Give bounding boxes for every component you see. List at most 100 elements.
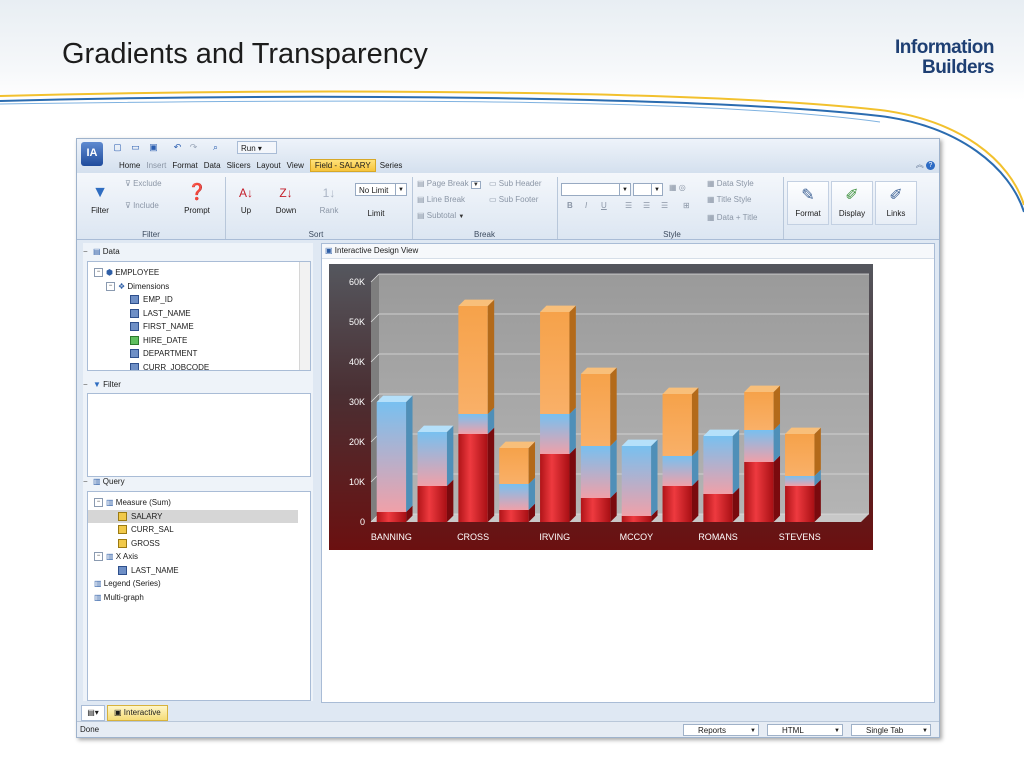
rank-button[interactable]: 1↓ Rank <box>317 183 341 215</box>
tab-view[interactable]: View <box>287 159 310 172</box>
query-item[interactable]: CURR_SAL <box>88 523 298 536</box>
query-section-header[interactable]: − ▥ Query <box>83 475 313 489</box>
chart-frame[interactable]: 0 10K 20K 30K 40K 50K 60K BANNING CROSS IRVING MCC… <box>329 264 873 550</box>
reports-select[interactable]: Reports ▼ <box>683 724 759 736</box>
data-item[interactable]: FIRST_NAME <box>88 320 298 333</box>
bar-salary[interactable] <box>417 486 447 522</box>
bar-salary[interactable] <box>621 516 652 522</box>
filter-button[interactable]: ▼ Filter <box>85 183 115 215</box>
bar-gross[interactable] <box>580 374 611 446</box>
view-switch-button[interactable]: ▤▾ <box>81 705 105 721</box>
bar-salary[interactable] <box>744 462 774 522</box>
data-item[interactable]: CURR_JOBCODE <box>88 361 298 370</box>
new-document-icon[interactable]: ▢ <box>111 141 124 154</box>
bar-curr_sal[interactable] <box>580 446 611 498</box>
tab-slicers[interactable]: Slicers <box>227 159 257 172</box>
app-menu-button[interactable]: IA <box>81 142 103 166</box>
tab-field-salary[interactable]: Field - SALARY <box>309 159 376 172</box>
expand-collapse-icon[interactable]: − <box>94 498 103 508</box>
bar-curr_sal[interactable] <box>662 456 692 486</box>
query-item[interactable]: − ▥ Measure (Sum) <box>88 496 298 509</box>
data-style-button[interactable]: ▦ Data Style <box>707 179 754 188</box>
line-break-button[interactable]: ▤ Line Break <box>417 195 465 204</box>
data-tree-scrollbar[interactable] <box>299 262 310 370</box>
page-break-button[interactable]: ▤ Page Break ▼ <box>417 179 481 189</box>
bar-gross[interactable] <box>662 394 692 456</box>
run-button[interactable]: Run ▾ <box>237 141 277 154</box>
bar-gross[interactable] <box>744 392 774 430</box>
data-title-button[interactable]: ▦ Data + Title <box>707 213 757 222</box>
data-item[interactable]: LAST_NAME <box>88 307 298 320</box>
collapse-icon[interactable]: − <box>83 245 93 259</box>
font-size-select[interactable]: ▼ <box>633 183 663 196</box>
sub-header-button[interactable]: ▭ Sub Header <box>489 179 541 188</box>
query-item[interactable]: SALARY <box>88 509 298 523</box>
tab-data[interactable]: Data <box>204 159 227 172</box>
output-tab-select[interactable]: Single Tab ▼ <box>851 724 931 736</box>
bar-salary[interactable] <box>785 486 815 522</box>
data-section-header[interactable]: − ▤ Data <box>83 245 313 259</box>
data-item[interactable]: DEPARTMENT <box>88 347 298 360</box>
expand-collapse-icon[interactable]: − <box>94 268 103 278</box>
subtotal-button[interactable]: ▤ Subtotal ▼ <box>417 211 464 220</box>
filter-section-header[interactable]: − ▼ Filter <box>83 378 313 392</box>
tab-insert[interactable]: Insert <box>146 159 172 172</box>
exclude-button[interactable]: ⊽ Exclude <box>125 179 162 188</box>
bar-curr_sal[interactable] <box>540 414 570 454</box>
expand-collapse-icon[interactable]: − <box>106 281 115 291</box>
collapse-icon[interactable]: − <box>83 475 93 489</box>
bar-gross[interactable] <box>785 434 815 476</box>
query-item[interactable]: − ▥ X Axis <box>88 550 298 563</box>
bar-salary[interactable] <box>580 498 611 522</box>
title-style-button[interactable]: ▦ Title Style <box>707 195 751 204</box>
bar-gross[interactable] <box>458 306 488 414</box>
filter-pane[interactable] <box>87 393 311 477</box>
include-button[interactable]: ⊽ Include <box>125 201 159 210</box>
chevron-down-icon[interactable]: ▼ <box>470 181 481 189</box>
font-name-select[interactable]: ▼ <box>561 183 631 196</box>
redo-icon[interactable]: ↷ <box>187 141 200 154</box>
data-item[interactable]: − ❖ Dimensions <box>88 280 298 293</box>
tab-format[interactable]: Format <box>172 159 203 172</box>
italic-icon[interactable]: I <box>585 201 587 210</box>
tab-series[interactable]: Series <box>380 159 409 172</box>
conditional-style-icon[interactable]: ⊞ <box>683 201 690 210</box>
font-color-icon[interactable]: ▦ ◎ <box>669 183 686 192</box>
query-item[interactable]: ▥ Legend (Series) <box>88 577 298 590</box>
query-item[interactable]: ▥ Multi-graph <box>88 591 298 604</box>
tab-interactive[interactable]: ▣ Interactive <box>107 705 168 721</box>
bar-curr_sal[interactable] <box>703 436 733 494</box>
bar-salary[interactable] <box>458 434 488 522</box>
bar-curr_sal[interactable] <box>458 414 488 434</box>
bold-icon[interactable]: B <box>567 201 573 210</box>
bar-curr_sal[interactable] <box>785 476 815 486</box>
format-button[interactable]: ✎ Format <box>787 181 829 225</box>
sort-down-button[interactable]: Z↓ Down <box>273 183 299 215</box>
collapse-ribbon-icon[interactable]: ︽ <box>916 160 924 169</box>
html-format-select[interactable]: HTML ▼ <box>767 724 843 736</box>
data-item[interactable]: EMP_ID <box>88 293 298 306</box>
bar-salary[interactable] <box>376 512 407 522</box>
align-left-icon[interactable]: ☰ <box>625 201 632 210</box>
underline-icon[interactable]: U <box>601 201 607 210</box>
align-center-icon[interactable]: ☰ <box>643 201 650 210</box>
query-item[interactable]: GROSS <box>88 537 298 550</box>
collapse-icon[interactable]: − <box>83 378 93 392</box>
query-item[interactable]: LAST_NAME <box>88 564 298 577</box>
links-button[interactable]: ✐ Links <box>875 181 917 225</box>
sort-up-button[interactable]: A↓ Up <box>235 183 257 215</box>
tab-home[interactable]: Home <box>119 159 146 172</box>
bar-gross[interactable] <box>499 448 529 484</box>
bar-chart[interactable]: 0 10K 20K 30K 40K 50K 60K BANNING CROSS IRVING MCC… <box>329 264 873 550</box>
data-item[interactable]: − ⬢ EMPLOYEE <box>88 266 298 279</box>
expand-collapse-icon[interactable]: − <box>94 552 103 562</box>
bar-salary[interactable] <box>499 510 529 522</box>
bar-gross[interactable] <box>540 312 570 414</box>
open-folder-icon[interactable]: ▭ <box>129 141 142 154</box>
sub-footer-button[interactable]: ▭ Sub Footer <box>489 195 538 204</box>
bar-salary[interactable] <box>703 494 733 522</box>
data-item[interactable]: HIRE_DATE <box>88 334 298 347</box>
display-button[interactable]: ✐ Display <box>831 181 873 225</box>
undo-icon[interactable]: ↶ <box>171 141 184 154</box>
prompt-button[interactable]: ❓ Prompt <box>181 183 213 215</box>
